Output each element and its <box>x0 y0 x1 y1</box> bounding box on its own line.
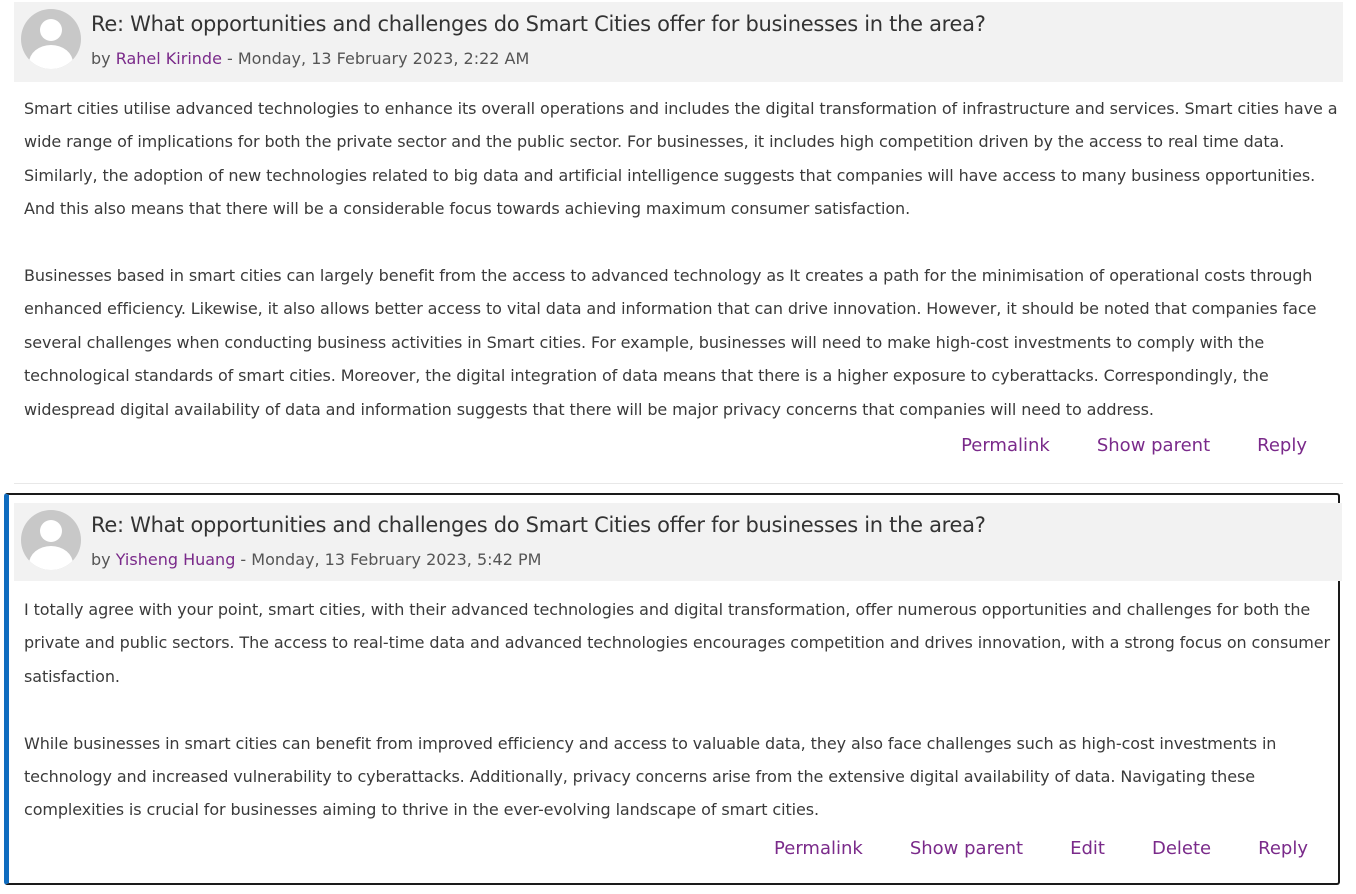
post-subject: Re: What opportunities and challenges do… <box>91 12 986 36</box>
avatar-body-shape <box>29 546 73 570</box>
post-byline: by Yisheng Huang - Monday, 13 February 2… <box>91 550 541 569</box>
post-actions: Permalink Show parent Reply <box>961 435 1307 456</box>
post-content: I totally agree with your point, smart c… <box>24 593 1336 860</box>
post-content: Smart cities utilise advanced technologi… <box>24 92 1339 459</box>
avatar-body-shape <box>29 45 73 69</box>
avatar-head-shape <box>40 520 62 542</box>
reply-link[interactable]: Reply <box>1258 838 1308 859</box>
post-byline: by Rahel Kirinde - Monday, 13 February 2… <box>91 49 529 68</box>
by-prefix: by <box>91 49 116 68</box>
avatar-head-shape <box>40 19 62 41</box>
post-header: Re: What opportunities and challenges do… <box>14 503 1342 581</box>
post-paragraph: I totally agree with your point, smart c… <box>24 600 1330 686</box>
permalink-link[interactable]: Permalink <box>961 435 1050 456</box>
user-avatar-icon[interactable] <box>21 510 81 570</box>
post-header: Re: What opportunities and challenges do… <box>14 2 1343 82</box>
show-parent-link[interactable]: Show parent <box>1097 435 1210 456</box>
date-separator: - <box>235 550 252 569</box>
user-avatar-icon[interactable] <box>21 9 81 69</box>
permalink-link[interactable]: Permalink <box>774 838 863 859</box>
post-subject: Re: What opportunities and challenges do… <box>91 513 986 537</box>
delete-link[interactable]: Delete <box>1152 838 1211 859</box>
post-paragraph: Businesses based in smart cities can lar… <box>24 266 1317 419</box>
reply-link[interactable]: Reply <box>1257 435 1307 456</box>
post-actions: Permalink Show parent Edit Delete Reply <box>774 838 1308 859</box>
author-link[interactable]: Rahel Kirinde <box>116 49 222 68</box>
post-date: Monday, 13 February 2023, 2:22 AM <box>237 49 530 68</box>
show-parent-link[interactable]: Show parent <box>910 838 1023 859</box>
post-date: Monday, 13 February 2023, 5:42 PM <box>251 550 542 569</box>
post-paragraph: While businesses in smart cities can ben… <box>24 733 1277 820</box>
author-link[interactable]: Yisheng Huang <box>116 550 236 569</box>
edit-link[interactable]: Edit <box>1070 838 1105 859</box>
post-paragraph: Smart cities utilise advanced technologi… <box>24 99 1338 219</box>
forum-post: Re: What opportunities and challenges do… <box>14 2 1343 484</box>
forum-post-focused: Re: What opportunities and challenges do… <box>4 493 1342 885</box>
date-separator: - <box>221 49 238 68</box>
by-prefix: by <box>91 550 116 569</box>
